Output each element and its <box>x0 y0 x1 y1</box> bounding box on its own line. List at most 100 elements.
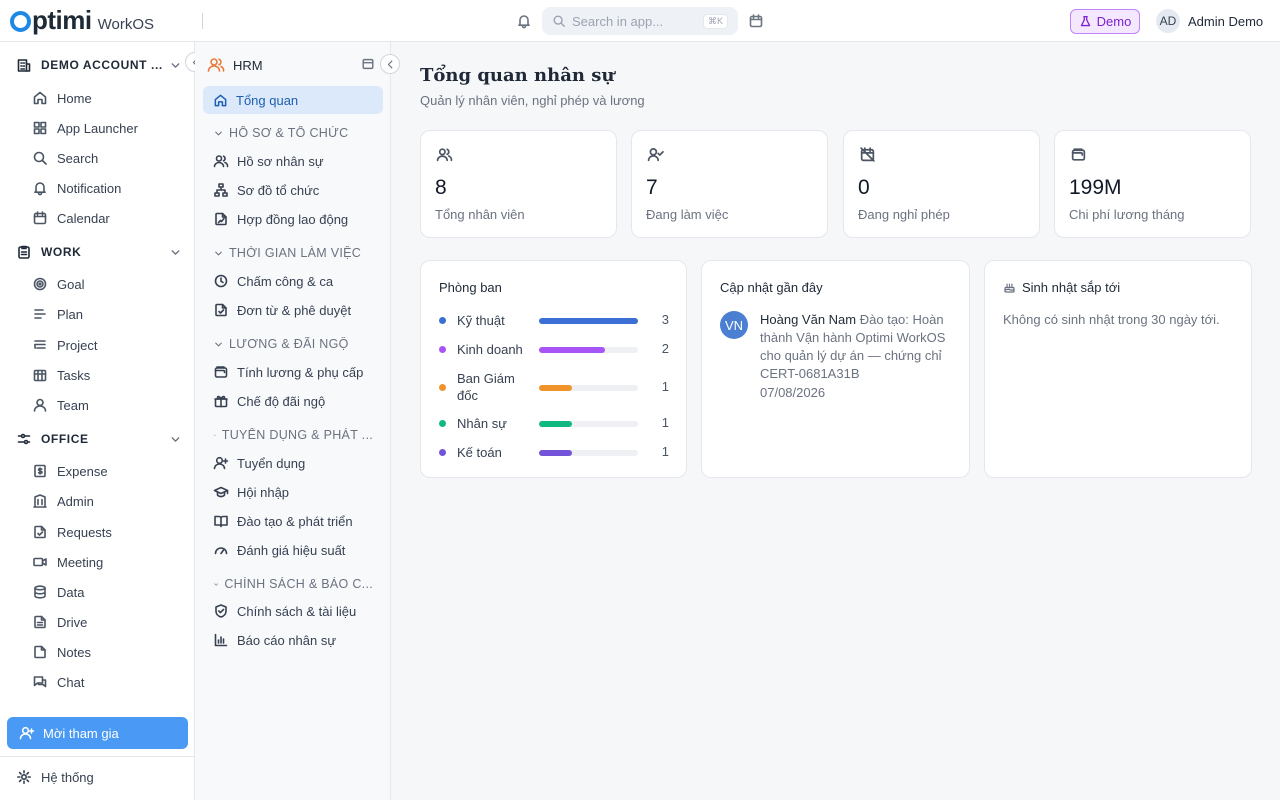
section-work-label: WORK <box>41 245 82 259</box>
tasks-icon <box>33 369 47 382</box>
department-row[interactable]: Kinh doanh 2 <box>439 341 669 359</box>
panel-toggle-icon[interactable] <box>361 57 375 71</box>
department-count: 3 <box>661 312 669 327</box>
hrm-item-contracts[interactable]: Hợp đồng lao động <box>213 208 348 230</box>
demo-badge[interactable]: Demo <box>1070 9 1140 34</box>
hrm-item-policies[interactable]: Chính sách & tài liệu <box>213 600 356 622</box>
hrm-item-approvals[interactable]: Đơn từ & phê duyệt <box>213 299 351 321</box>
hrm-item-label: Hội nhập <box>237 484 290 500</box>
user-name[interactable]: Admin Demo <box>1188 14 1263 29</box>
hrm-group-recruitment[interactable]: TUYỂN DỤNG & PHÁT ... <box>213 428 373 442</box>
hrm-item-payroll[interactable]: Tính lương & phụ cấp <box>213 361 363 383</box>
topbar-divider <box>202 13 203 29</box>
chevron-down-icon <box>215 342 222 346</box>
notification-bell-icon[interactable] <box>516 13 532 29</box>
chevron-down-icon <box>169 433 182 446</box>
project-icon <box>34 340 46 349</box>
sidebar-item-label: Chat <box>57 674 85 690</box>
chevron-down-icon <box>214 582 219 586</box>
sliders-icon <box>17 433 31 445</box>
sidebar-item-team[interactable]: Team <box>32 394 89 416</box>
calendar-icon[interactable] <box>748 13 764 29</box>
sidebar-item-admin[interactable]: Admin <box>32 490 94 512</box>
hrm-item-recruitment[interactable]: Tuyển dụng <box>213 452 305 474</box>
department-row[interactable]: Kỹ thuật 3 <box>439 312 669 330</box>
sidebar-item-data[interactable]: Data <box>32 581 84 603</box>
shield-icon <box>215 604 227 618</box>
graduation-cap-icon <box>213 486 229 498</box>
sidebar-item-requests[interactable]: Requests <box>32 521 112 543</box>
sidebar-item-label: Admin <box>57 493 94 509</box>
empty-state: Không có sinh nhật trong 30 ngày tới. <box>1003 312 1220 327</box>
sidebar-item-chat[interactable]: Chat <box>32 671 84 693</box>
invite-button[interactable]: Mời tham gia <box>7 717 188 749</box>
search-input[interactable] <box>572 13 702 29</box>
search-bar[interactable]: ⌘K <box>542 7 738 35</box>
hrm-item-reports[interactable]: Báo cáo nhân sự <box>213 629 336 651</box>
cake-icon <box>1003 281 1016 294</box>
sidebar-item-notification[interactable]: Notification <box>32 177 121 199</box>
sidebar-item-plan[interactable]: Plan <box>32 303 83 325</box>
sidebar-item-app-launcher[interactable]: App Launcher <box>32 117 138 139</box>
users-icon <box>207 58 225 72</box>
sidebar-item-notes[interactable]: Notes <box>32 641 91 663</box>
clipboard-icon <box>18 245 30 259</box>
sidebar-item-meeting[interactable]: Meeting <box>32 551 103 573</box>
user-icon <box>33 398 47 412</box>
sidebar-item-expense[interactable]: Expense <box>32 460 108 482</box>
user-plus-icon <box>19 726 35 740</box>
hrm-item-employee-records[interactable]: Hồ sơ nhân sự <box>213 150 324 172</box>
sidebar-item-drive[interactable]: Drive <box>32 611 87 633</box>
sidebar-item-label: Goal <box>57 276 85 292</box>
invite-label: Mời tham gia <box>43 725 119 741</box>
hrm-item-onboarding[interactable]: Hội nhập <box>213 481 289 503</box>
main-sidebar: DEMO ACCOUNT ... Home App Launcher Searc… <box>0 42 205 800</box>
bar-chart-icon <box>214 633 228 647</box>
demo-label: Demo <box>1096 14 1132 29</box>
calendar-off-icon <box>860 147 875 162</box>
hrm-sidebar: HRM Tổng quan HỒ SƠ & TỔ CHỨC Hồ sơ nhân… <box>195 42 400 800</box>
department-row[interactable]: Ban Giám đốc 1 <box>439 370 669 404</box>
org-chart-icon <box>214 183 228 197</box>
sidebar-item-goal[interactable]: Goal <box>32 273 84 295</box>
department-color-dot <box>439 420 446 427</box>
hrm-item-org-chart[interactable]: Sơ đồ tổ chức <box>213 179 319 201</box>
sidebar-item-label: Project <box>57 337 98 353</box>
update-entry[interactable]: Hoàng Văn Nam Đào tạo: Hoàn thành Vận hà… <box>760 311 956 383</box>
hrm-group-policies[interactable]: CHÍNH SÁCH & BÁO C... <box>213 577 373 591</box>
sidebar-item-label: Search <box>57 150 99 166</box>
stat-label: Chi phí lương tháng <box>1069 207 1185 222</box>
chat-icon <box>33 676 47 688</box>
sidebar-item-search[interactable]: Search <box>32 147 98 169</box>
section-work[interactable]: WORK <box>16 244 182 260</box>
sidebar-item-tasks[interactable]: Tasks <box>32 364 90 386</box>
sidebar-item-home[interactable]: Home <box>32 87 92 109</box>
hrm-group-label: HỒ SƠ & TỔ CHỨC <box>229 126 349 140</box>
sidebar-item-calendar[interactable]: Calendar <box>32 207 110 229</box>
hrm-item-overview[interactable]: Tổng quan <box>203 86 383 114</box>
hrm-item-training[interactable]: Đào tạo & phát triển <box>213 510 353 532</box>
clock-icon <box>214 274 228 288</box>
hrm-group-worktime[interactable]: THỜI GIAN LÀM VIỆC <box>213 246 373 260</box>
department-bar-track <box>539 346 638 353</box>
system-settings-button[interactable]: Hệ thống <box>16 769 94 785</box>
section-office[interactable]: OFFICE <box>16 431 182 447</box>
account-label: DEMO ACCOUNT ... <box>41 58 163 72</box>
user-avatar[interactable]: AD <box>1156 9 1180 33</box>
hrm-item-benefits[interactable]: Chế độ đãi ngộ <box>213 390 325 412</box>
department-row[interactable]: Kế toán 1 <box>439 444 669 462</box>
hrm-item-label: Sơ đồ tổ chức <box>237 182 320 198</box>
department-bar-track <box>539 317 638 324</box>
sidebar-item-project[interactable]: Project <box>32 334 97 356</box>
hrm-item-attendance[interactable]: Chấm công & ca <box>213 270 333 292</box>
home-icon <box>214 94 227 106</box>
account-switcher[interactable]: DEMO ACCOUNT ... <box>16 57 182 73</box>
hrm-item-performance[interactable]: Đánh giá hiệu suất <box>213 539 345 561</box>
sidebar-item-label: Expense <box>57 463 108 479</box>
hrm-group-compensation[interactable]: LƯƠNG & ĐÃI NGỘ <box>213 337 373 351</box>
file-icon <box>34 615 46 629</box>
app-logo[interactable]: ptimi WorkOS <box>10 6 154 34</box>
hrm-group-profile[interactable]: HỒ SƠ & TỔ CHỨC <box>213 126 373 140</box>
departments-card: Phòng ban Kỹ thuật 3 Kinh doanh 2 Ban Giám đ… <box>420 260 687 478</box>
department-row[interactable]: Nhân sự 1 <box>439 415 669 433</box>
